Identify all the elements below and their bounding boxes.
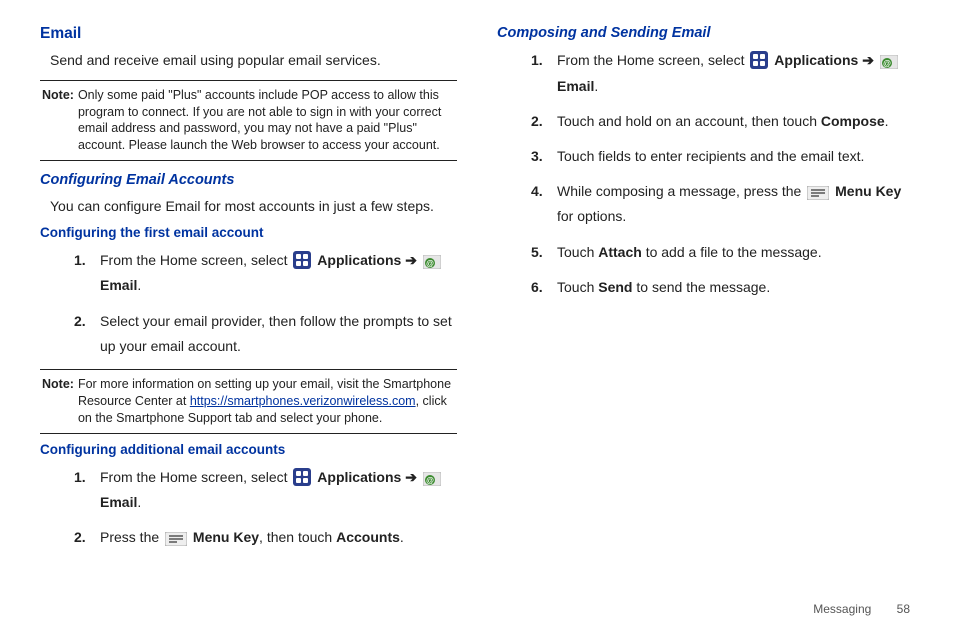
steps-additional-accounts: 1. From the Home screen, select Applicat…: [40, 465, 457, 551]
applications-icon: [293, 468, 311, 486]
arrow: ➔: [858, 52, 878, 68]
list-item: 3. Touch fields to enter recipients and …: [531, 144, 914, 169]
applications-label: Applications: [317, 252, 401, 268]
text: From the Home screen, select: [100, 252, 291, 268]
list-item: 2. Select your email provider, then foll…: [74, 309, 457, 359]
email-label: Email: [557, 78, 594, 94]
step-number: 6.: [531, 275, 557, 300]
list-item: 5. Touch Attach to add a file to the mes…: [531, 240, 914, 265]
step-body: From the Home screen, select Application…: [100, 248, 457, 298]
step-body: Touch and hold on an account, then touch…: [557, 109, 914, 134]
note-body: For more information on setting up your …: [78, 376, 455, 427]
arrow: ➔: [401, 469, 421, 485]
text: for options.: [557, 208, 626, 224]
list-item: 2. Press the Menu Key, then touch Accoun…: [74, 525, 457, 550]
email-label: Email: [100, 277, 137, 293]
step-body: Press the Menu Key, then touch Accounts.: [100, 525, 457, 550]
note-body: Only some paid "Plus" accounts include P…: [78, 87, 455, 155]
applications-label: Applications: [317, 469, 401, 485]
step-number: 2.: [531, 109, 557, 134]
text: Touch and hold on an account, then touch: [557, 113, 821, 129]
page: Email Send and receive email using popul…: [0, 0, 954, 560]
heading-composing-sending-email: Composing and Sending Email: [497, 22, 914, 44]
note-plus-accounts: Note: Only some paid "Plus" accounts inc…: [42, 87, 455, 155]
rule: [40, 80, 457, 81]
step-number: 2.: [74, 309, 100, 359]
step-number: 4.: [531, 179, 557, 229]
steps-first-account: 1. From the Home screen, select Applicat…: [40, 248, 457, 359]
heading-configuring-additional-accounts: Configuring additional email accounts: [40, 440, 457, 461]
arrow: ➔: [401, 252, 421, 268]
step-body: From the Home screen, select Application…: [557, 48, 914, 98]
compose-label: Compose: [821, 113, 885, 129]
step-body: Touch Send to send the message.: [557, 275, 914, 300]
text: to send the message.: [632, 279, 770, 295]
text: While composing a message, press the: [557, 183, 805, 199]
menu-key-label: Menu Key: [193, 529, 259, 545]
body-text: You can configure Email for most account…: [50, 196, 457, 218]
text: .: [137, 494, 141, 510]
accounts-label: Accounts: [336, 529, 400, 545]
step-body: Touch fields to enter recipients and the…: [557, 144, 914, 169]
step-body: From the Home screen, select Application…: [100, 465, 457, 515]
text: to add a file to the message.: [642, 244, 822, 260]
right-column: Composing and Sending Email 1. From the …: [497, 22, 914, 560]
list-item: 6. Touch Send to send the message.: [531, 275, 914, 300]
menu-key-icon: [807, 186, 829, 200]
step-number: 2.: [74, 525, 100, 550]
rule: [40, 433, 457, 434]
step-body: While composing a message, press the Men…: [557, 179, 914, 229]
rule: [40, 160, 457, 161]
attach-label: Attach: [598, 244, 642, 260]
page-footer: Messaging 58: [813, 602, 910, 616]
text: .: [885, 113, 889, 129]
list-item: 1. From the Home screen, select Applicat…: [74, 248, 457, 298]
text: Touch: [557, 279, 598, 295]
steps-compose-send: 1. From the Home screen, select Applicat…: [497, 48, 914, 300]
list-item: 1. From the Home screen, select Applicat…: [531, 48, 914, 98]
note-label: Note:: [42, 376, 78, 427]
step-number: 3.: [531, 144, 557, 169]
heading-configuring-first-account: Configuring the first email account: [40, 223, 457, 244]
text: .: [594, 78, 598, 94]
step-number: 1.: [74, 465, 100, 515]
applications-icon: [293, 251, 311, 269]
menu-key-icon: [165, 532, 187, 546]
email-icon: [880, 55, 898, 69]
note-label: Note:: [42, 87, 78, 155]
list-item: 4. While composing a message, press the …: [531, 179, 914, 229]
text: Touch: [557, 244, 598, 260]
text: .: [137, 277, 141, 293]
text: , then touch: [259, 529, 336, 545]
email-icon: [423, 472, 441, 486]
step-number: 1.: [74, 248, 100, 298]
section-title-email: Email: [40, 22, 457, 46]
list-item: 2. Touch and hold on an account, then to…: [531, 109, 914, 134]
email-label: Email: [100, 494, 137, 510]
menu-key-label: Menu Key: [835, 183, 901, 199]
footer-section: Messaging: [813, 602, 871, 616]
applications-label: Applications: [774, 52, 858, 68]
note-resource-center: Note: For more information on setting up…: [42, 376, 455, 427]
text: From the Home screen, select: [100, 469, 291, 485]
step-body: Select your email provider, then follow …: [100, 309, 457, 359]
step-number: 1.: [531, 48, 557, 98]
text: From the Home screen, select: [557, 52, 748, 68]
footer-page-number: 58: [897, 602, 910, 616]
applications-icon: [750, 51, 768, 69]
send-label: Send: [598, 279, 632, 295]
heading-configuring-email-accounts: Configuring Email Accounts: [40, 169, 457, 191]
intro-text: Send and receive email using popular ema…: [50, 50, 457, 72]
rule: [40, 369, 457, 370]
resource-center-link[interactable]: https://smartphones.verizonwireless.com: [190, 394, 416, 408]
text: Press the: [100, 529, 163, 545]
text: .: [400, 529, 404, 545]
step-number: 5.: [531, 240, 557, 265]
email-icon: [423, 255, 441, 269]
step-body: Touch Attach to add a file to the messag…: [557, 240, 914, 265]
left-column: Email Send and receive email using popul…: [40, 22, 457, 560]
list-item: 1. From the Home screen, select Applicat…: [74, 465, 457, 515]
